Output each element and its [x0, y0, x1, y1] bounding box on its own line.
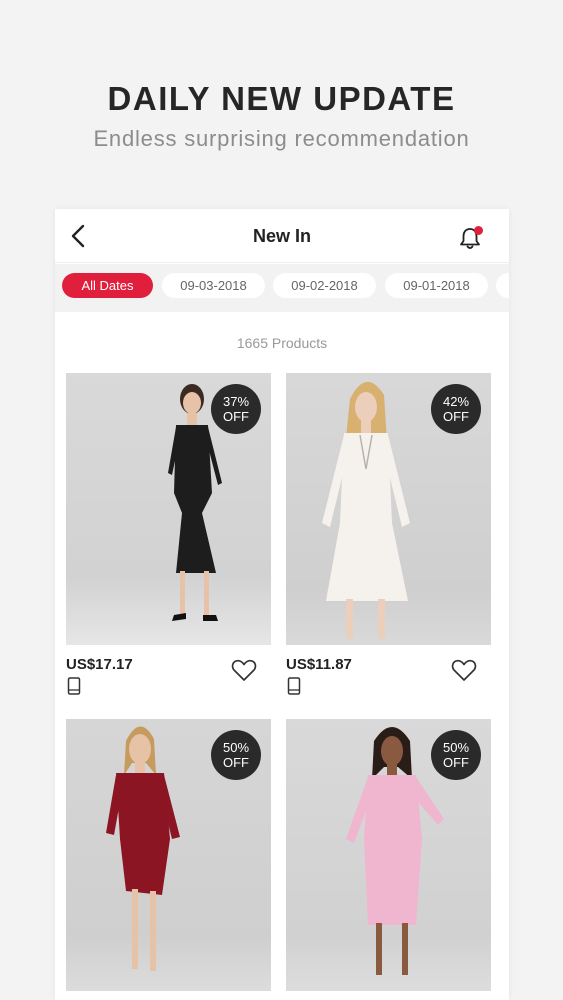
mobile-phone-icon	[67, 677, 81, 695]
product-image[interactable]: 37% OFF	[66, 373, 271, 645]
discount-badge: 42% OFF	[431, 384, 481, 434]
page-title: New In	[252, 226, 311, 246]
product-count: 1665 Products	[236, 335, 328, 351]
filter-chip-date[interactable]: 09-03-2018	[162, 273, 265, 298]
promo-subtitle: Endless surprising recommendation	[93, 126, 470, 151]
app-screen: New In All Dates 09-03-2018 09-02-2018 0…	[55, 209, 509, 1000]
product-card[interactable]: 37% OFF US$17.17	[66, 373, 271, 703]
product-image[interactable]: 50% OFF	[66, 719, 271, 991]
discount-badge: 37% OFF	[211, 384, 261, 434]
filter-chip-date[interactable]: 09-01-2018	[385, 273, 488, 298]
filter-chip-date[interactable]: 09-02-2018	[273, 273, 376, 298]
product-price: US$17.17	[66, 656, 133, 673]
filter-chip-more[interactable]	[496, 273, 509, 298]
mobile-phone-icon	[287, 677, 301, 695]
filter-chip-all-dates[interactable]: All Dates	[62, 273, 153, 298]
heart-icon[interactable]	[450, 657, 478, 683]
product-image[interactable]: 50% OFF	[286, 719, 491, 991]
heart-icon[interactable]	[230, 657, 258, 683]
product-card[interactable]: 50% OFF	[66, 719, 271, 1000]
product-image[interactable]: 42% OFF	[286, 373, 491, 645]
discount-badge: 50% OFF	[211, 730, 261, 780]
notification-dot	[474, 226, 483, 235]
promo-title: DAILY NEW UPDATE	[107, 80, 456, 117]
product-card[interactable]: 42% OFF US$11.87	[286, 373, 491, 703]
product-card[interactable]: 50% OFF	[286, 719, 491, 1000]
date-filter-bar: All Dates 09-03-2018 09-02-2018 09-01-20…	[55, 264, 509, 312]
top-nav-bar: New In	[55, 209, 509, 263]
product-price: US$11.87	[286, 656, 352, 673]
discount-badge: 50% OFF	[431, 730, 481, 780]
